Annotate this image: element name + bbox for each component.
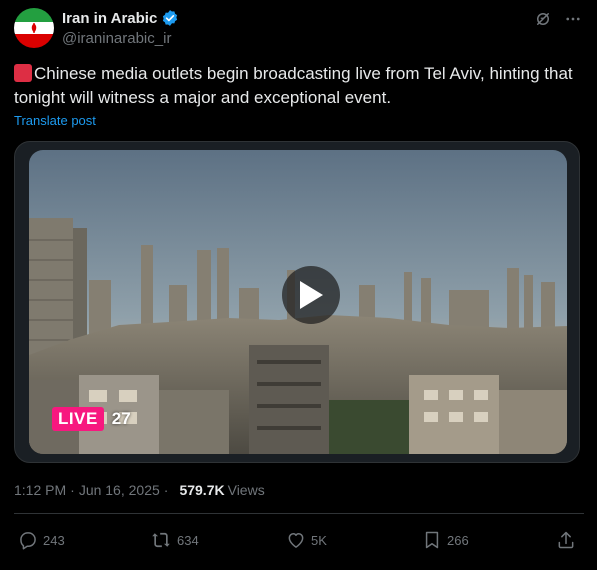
post-text: Chinese media outlets begin broadcasting… xyxy=(14,62,584,110)
grok-icon[interactable] xyxy=(533,9,553,29)
post-body: Chinese media outlets begin broadcasting… xyxy=(14,64,573,107)
reply-button[interactable]: 243 xyxy=(18,530,65,550)
live-badge: LIVE xyxy=(52,407,104,431)
post-date[interactable]: Jun 16, 2025 xyxy=(79,482,160,498)
views-label: Views xyxy=(227,482,265,498)
top-actions xyxy=(533,9,583,29)
repost-icon xyxy=(152,532,170,548)
verified-badge-icon[interactable] xyxy=(161,9,179,27)
author-display-name[interactable]: Iran in Arabic xyxy=(62,10,157,27)
bookmark-button[interactable]: 266 xyxy=(422,530,469,550)
like-button[interactable]: 5K xyxy=(286,530,327,550)
translate-post-link[interactable]: Translate post xyxy=(14,113,96,128)
post-card: Iran in Arabic @iraninarabic_ir Chinese … xyxy=(0,0,597,570)
heart-icon xyxy=(288,533,304,548)
share-button[interactable] xyxy=(556,530,576,550)
meta-separator: · xyxy=(70,482,75,498)
views-count: 579.7K xyxy=(179,482,225,498)
divider xyxy=(14,513,584,514)
action-bar: 243 634 5K 266 xyxy=(14,530,584,554)
repost-button[interactable]: 634 xyxy=(150,530,199,550)
share-icon xyxy=(558,531,574,549)
iran-flag-icon xyxy=(14,8,54,48)
red-square-emoji-icon xyxy=(14,64,32,82)
bookmark-icon xyxy=(425,531,439,549)
bookmark-count: 266 xyxy=(447,532,469,548)
play-icon xyxy=(300,281,323,309)
more-options-icon[interactable] xyxy=(563,9,583,29)
meta-separator: · xyxy=(163,482,169,498)
repost-count: 634 xyxy=(177,532,199,548)
reply-count: 243 xyxy=(43,532,65,548)
avatar[interactable] xyxy=(14,8,54,48)
author-handle[interactable]: @iraninarabic_ir xyxy=(62,30,179,47)
post-time[interactable]: 1:12 PM xyxy=(14,482,66,498)
live-indicator: LIVE 27 xyxy=(52,407,131,431)
play-button[interactable] xyxy=(282,266,340,324)
live-viewer-count: 27 xyxy=(111,409,131,428)
post-meta: 1:12 PM · Jun 16, 2025 · 579.7K Views xyxy=(14,482,265,498)
author-block: Iran in Arabic @iraninarabic_ir xyxy=(62,8,179,47)
like-count: 5K xyxy=(311,532,327,548)
reply-icon xyxy=(20,532,36,550)
